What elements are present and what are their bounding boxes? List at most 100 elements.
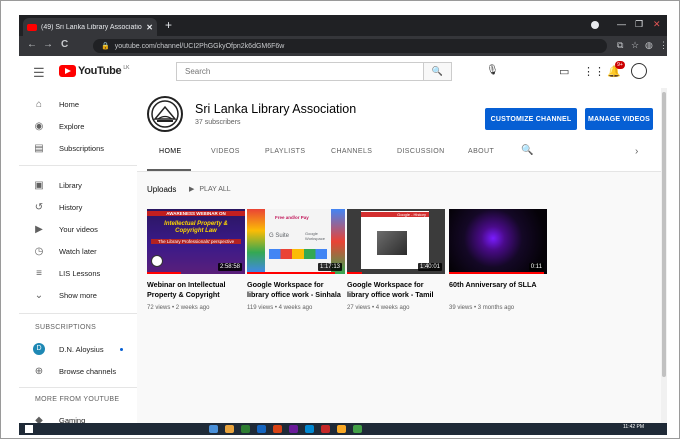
create-video-icon[interactable]: ▭ [559, 65, 569, 78]
browser-profile-icon[interactable] [591, 21, 599, 29]
browser-tab[interactable]: (49) Sri Lanka Library Associatio ✕ [23, 18, 157, 36]
library-icon: ▣ [34, 179, 44, 191]
account-avatar[interactable] [631, 63, 647, 79]
taskbar-app-icon[interactable] [353, 425, 362, 433]
taskbar-app-icon[interactable] [273, 425, 282, 433]
video-duration: 0:11 [528, 263, 544, 271]
video-title[interactable]: Google Workspace for library office work… [347, 280, 445, 300]
taskbar-app-icon[interactable] [225, 425, 234, 433]
subscriptions-icon: ▤ [34, 142, 44, 154]
scrollbar-thumb[interactable] [662, 92, 666, 377]
profile-avatar-icon[interactable]: ◍ [645, 40, 653, 51]
video-title[interactable]: Webinar on Intellectual Property & Copyr… [147, 280, 245, 300]
page-scrollbar[interactable] [661, 88, 667, 423]
taskbar-app-icon[interactable] [241, 425, 250, 433]
sidebar-item-subscriptions[interactable]: ▤ Subscriptions [19, 138, 137, 158]
tab-close-icon[interactable]: ✕ [146, 23, 153, 32]
sidebar-item-explore[interactable]: ◉ Explore [19, 116, 137, 136]
play-icon: ▶ [189, 186, 195, 193]
video-card[interactable]: Free and/or Pay G Suite Google Workspace… [247, 209, 345, 311]
sidebar-item-label: LIS Lessons [59, 268, 101, 278]
your-videos-icon: ▶ [35, 223, 43, 235]
browser-menu-icon[interactable]: ⋮ [659, 40, 668, 51]
manage-videos-button[interactable]: MANAGE VIDEOS [585, 108, 653, 130]
close-window-button[interactable]: ✕ [653, 19, 661, 30]
taskbar-app-icon[interactable] [209, 425, 218, 433]
youtube-logo[interactable]: YouTube LK [59, 65, 129, 77]
reload-icon[interactable]: C [61, 39, 68, 50]
more-from-youtube-heading: MORE FROM YOUTUBE [35, 396, 120, 403]
home-icon: ⌂ [35, 98, 43, 110]
new-content-dot [120, 348, 123, 351]
minimize-button[interactable]: — [617, 19, 626, 29]
sidebar-item-watch-later[interactable]: ◷ Watch later [19, 241, 137, 261]
video-thumbnail[interactable]: AWARENESS WEBINAR ON Intellectual Proper… [147, 209, 245, 274]
tab-discussion[interactable]: DISCUSSION [397, 148, 445, 155]
video-title[interactable]: Google Workspace for library office work… [247, 280, 345, 300]
video-card[interactable]: 0:11 60th Anniversary of SLLA 39 views •… [449, 209, 547, 311]
sidebar-item-label: Browse channels [59, 366, 117, 376]
os-taskbar: 11:42 PM [19, 423, 667, 435]
windows-start-icon[interactable] [25, 425, 33, 433]
new-tab-button[interactable]: + [165, 18, 172, 32]
video-thumbnail[interactable]: Free and/or Pay G Suite Google Workspace… [247, 209, 345, 274]
video-thumbnail[interactable]: Google - History 1:40:01 [347, 209, 445, 274]
thumb-subline: The Library Professionals' perspective [151, 239, 241, 244]
chevron-right-icon[interactable]: › [635, 146, 638, 157]
channel-search-icon[interactable]: 🔍 [521, 145, 533, 156]
thumb-app-icons [269, 249, 327, 259]
video-duration: 1:17:13 [317, 263, 342, 271]
apps-grid-icon[interactable]: ⋮⋮ [583, 65, 605, 78]
address-bar[interactable]: 🔒 youtube.com/channel/UCI2PhGGkyOfpn2k6d… [93, 39, 607, 53]
bookmark-star-icon[interactable]: ☆ [631, 40, 639, 51]
play-all-button[interactable]: ▶ PLAY ALL [189, 185, 231, 194]
sidebar-item-library[interactable]: ▣ Library [19, 175, 137, 195]
sidebar-subscription-item[interactable]: D D.N. Aloysius [19, 339, 137, 359]
sidebar-item-browse-channels[interactable]: ⊕ Browse channels [19, 361, 137, 381]
maximize-button[interactable]: ❐ [635, 19, 643, 30]
watched-progress [347, 272, 362, 274]
tab-playlists[interactable]: PLAYLISTS [265, 148, 305, 155]
taskbar-app-icon[interactable] [321, 425, 330, 433]
tab-about[interactable]: ABOUT [468, 148, 494, 155]
channel-avatar[interactable] [147, 96, 183, 132]
sidebar-item-lis-lessons[interactable]: ≡ LIS Lessons [19, 263, 137, 283]
clock-icon: ◷ [34, 245, 44, 257]
tab-channels[interactable]: CHANNELS [331, 148, 372, 155]
extension-icon[interactable]: ⧉ [617, 40, 623, 51]
video-card[interactable]: Google - History 1:40:01 Google Workspac… [347, 209, 445, 311]
compass-icon: ◉ [34, 120, 44, 132]
tab-home[interactable]: HOME [159, 148, 182, 155]
customize-channel-button[interactable]: CUSTOMIZE CHANNEL [485, 108, 577, 130]
forward-arrow-icon[interactable]: → [43, 39, 53, 50]
sidebar-item-history[interactable]: ↺ History [19, 197, 137, 217]
sidebar-item-label: Watch later [59, 246, 97, 256]
search-icon[interactable]: 🔍 [423, 63, 451, 80]
taskbar-app-icon[interactable] [257, 425, 266, 433]
hamburger-menu-icon[interactable]: ☰ [33, 65, 45, 81]
tab-videos[interactable]: VIDEOS [211, 148, 240, 155]
sidebar-item-label: Show more [59, 290, 97, 300]
video-title[interactable]: 60th Anniversary of SLLA [449, 280, 547, 300]
sidebar-item-label: Subscriptions [59, 143, 105, 153]
sidebar-item-home[interactable]: ⌂ Home [19, 94, 137, 114]
history-icon: ↺ [34, 201, 44, 213]
taskbar-app-icon[interactable] [305, 425, 314, 433]
uploads-title[interactable]: Uploads [147, 185, 176, 194]
thumb-banner: AWARENESS WEBINAR ON [147, 211, 245, 216]
video-thumbnail[interactable]: 0:11 [449, 209, 547, 274]
back-arrow-icon[interactable]: ← [27, 39, 37, 50]
sidebar-divider [19, 313, 137, 314]
mic-icon[interactable]: 🎙 [486, 65, 499, 76]
sidebar-item-show-more[interactable]: ⌄ Show more [19, 285, 137, 305]
browser-navbar: ← → C 🔒 youtube.com/channel/UCI2PhGGkyOf… [19, 36, 668, 56]
thumb-left-collage [247, 209, 265, 274]
taskbar-app-icon[interactable] [289, 425, 298, 433]
youtube-favicon-icon [27, 23, 37, 31]
video-card[interactable]: AWARENESS WEBINAR ON Intellectual Proper… [147, 209, 245, 311]
taskbar-app-icon[interactable] [337, 425, 346, 433]
video-meta: 39 views • 3 months ago [449, 305, 515, 311]
search-input[interactable] [177, 63, 423, 80]
sidebar-item-your-videos[interactable]: ▶ Your videos [19, 219, 137, 239]
sidebar-item-label: Your videos [59, 224, 98, 234]
